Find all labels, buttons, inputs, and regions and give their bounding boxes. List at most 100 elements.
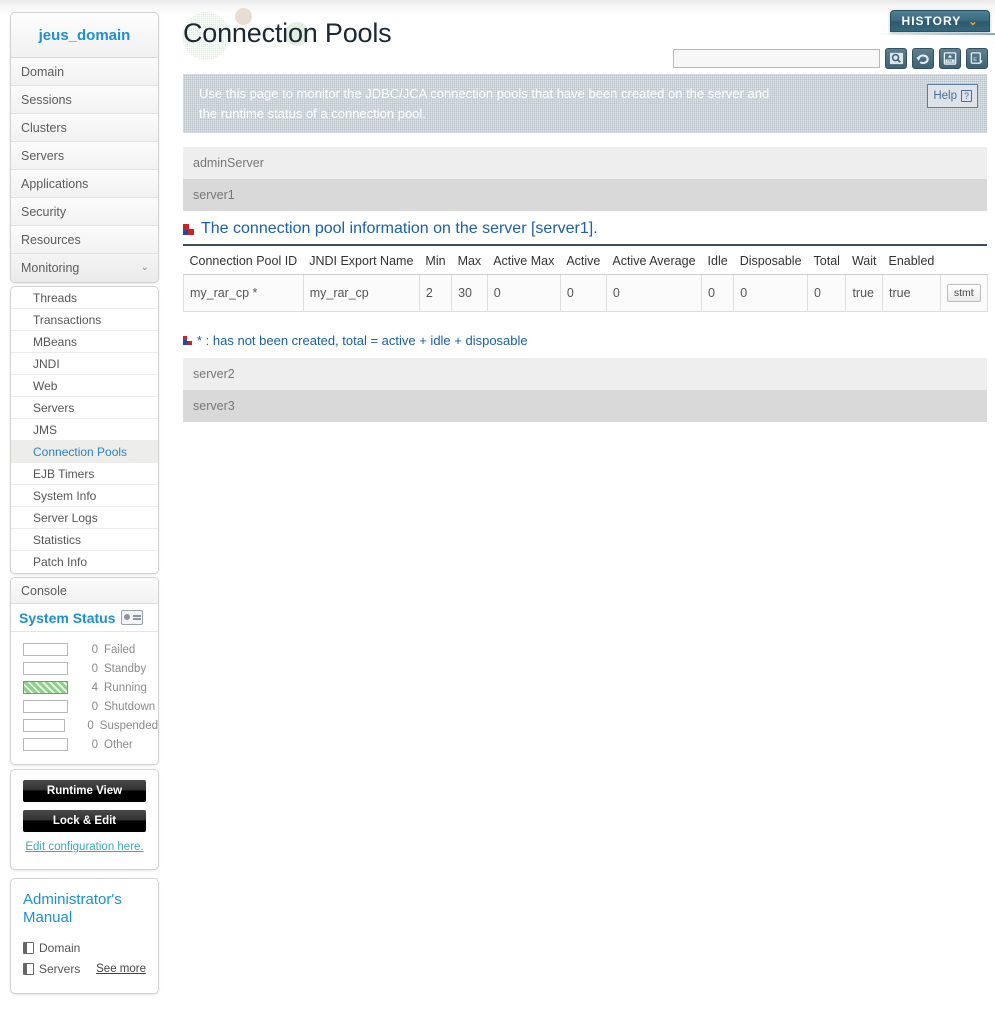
server-row-label: adminServer bbox=[193, 156, 264, 170]
section-marker-icon bbox=[183, 223, 194, 235]
submenu-item-jms[interactable]: JMS bbox=[11, 419, 158, 441]
submenu-item-transactions[interactable]: Transactions bbox=[11, 309, 158, 331]
export-xml-icon[interactable]: XML bbox=[939, 48, 961, 69]
monitor-icon[interactable] bbox=[121, 610, 144, 625]
help-button[interactable]: Help ? bbox=[927, 84, 978, 108]
see-more-link[interactable]: See more bbox=[96, 963, 146, 975]
submenu-item-server-logs[interactable]: Server Logs bbox=[11, 507, 158, 529]
question-mark-icon: ? bbox=[960, 90, 972, 102]
server-row-adminserver[interactable]: adminServer bbox=[183, 147, 987, 179]
book-icon bbox=[23, 941, 34, 954]
sidebar-item-resources[interactable]: Resources bbox=[11, 226, 158, 254]
sidebar-item-monitoring[interactable]: Monitoring ⌄ bbox=[11, 254, 158, 282]
help-button-label: Help bbox=[933, 90, 957, 102]
domain-title: jeus_domain bbox=[11, 13, 158, 58]
history-button[interactable]: HISTORY ⌄ bbox=[890, 10, 990, 32]
status-count: 0 bbox=[91, 738, 98, 751]
server-row-label: server1 bbox=[193, 188, 235, 202]
table-column-header: Total bbox=[807, 250, 846, 275]
sidebar-item-label: Resources bbox=[21, 233, 81, 247]
submenu-item-threads[interactable]: Threads bbox=[11, 287, 158, 309]
sidebar-nav-panel: jeus_domain Domain Sessions Clusters Server… bbox=[10, 12, 159, 283]
manual-link-servers[interactable]: Servers See more bbox=[23, 958, 146, 979]
submenu-item-patch-info[interactable]: Patch Info bbox=[11, 551, 158, 573]
sidebar-item-security[interactable]: Security bbox=[11, 198, 158, 226]
submenu-item-mbeans[interactable]: MBeans bbox=[11, 331, 158, 353]
server-row-server3[interactable]: server3 bbox=[183, 390, 987, 422]
lock-and-edit-button[interactable]: Lock & Edit bbox=[23, 810, 146, 832]
table-column-header: Enabled bbox=[882, 250, 941, 275]
sidebar-item-servers[interactable]: Servers bbox=[11, 142, 158, 170]
manual-link-servers-label: Servers bbox=[39, 961, 81, 976]
server-row-server2[interactable]: server2 bbox=[183, 358, 987, 390]
table-row[interactable]: my_rar_cp * my_rar_cp 2 30 0 0 0 0 0 0 true true stm… bbox=[183, 274, 988, 312]
table-cell: true bbox=[882, 274, 941, 312]
search-icon[interactable] bbox=[885, 48, 907, 69]
status-label: Failed bbox=[104, 643, 136, 656]
status-count: 0 bbox=[91, 700, 98, 713]
sidebar-item-domain[interactable]: Domain bbox=[11, 58, 158, 86]
table-cell: 0 bbox=[606, 274, 703, 312]
table-cell: 0 bbox=[560, 274, 607, 312]
history-button-label: HISTORY bbox=[901, 14, 962, 28]
table-cell: true bbox=[845, 274, 883, 312]
table-column-header: Idle bbox=[701, 250, 734, 275]
sidebar-item-label: Sessions bbox=[21, 93, 72, 107]
section-heading-label: The connection pool information on the s… bbox=[201, 220, 598, 237]
status-label: Standby bbox=[104, 662, 147, 675]
sidebar-item-label: Monitoring bbox=[21, 261, 80, 275]
stmt-button[interactable]: stmt bbox=[946, 284, 981, 302]
info-banner: Use this page to monitor the JDBC/JCA co… bbox=[183, 74, 987, 133]
submenu-item-jndi[interactable]: JNDI bbox=[11, 353, 158, 375]
status-bar bbox=[23, 681, 68, 694]
table-column-header: Connection Pool ID bbox=[183, 250, 304, 275]
sidebar-item-sessions[interactable]: Sessions bbox=[11, 86, 158, 114]
manual-title: Administrator's Manual bbox=[23, 891, 122, 926]
submenu-item-statistics[interactable]: Statistics bbox=[11, 529, 158, 551]
table-column-header: Active Average bbox=[606, 250, 702, 275]
status-count: 4 bbox=[91, 681, 98, 694]
status-bar bbox=[23, 643, 68, 656]
edit-configuration-link[interactable]: Edit configuration here. bbox=[23, 840, 146, 855]
manual-link-domain[interactable]: Domain bbox=[23, 937, 146, 958]
sidebar-item-applications[interactable]: Applications bbox=[11, 170, 158, 198]
status-bar bbox=[23, 662, 68, 675]
sidebar-item-console[interactable]: Console bbox=[11, 578, 158, 604]
submenu-item-ejb-timers[interactable]: EJB Timers bbox=[11, 463, 158, 485]
book-icon bbox=[23, 962, 34, 975]
table-column-header: JNDI Export Name bbox=[303, 250, 420, 275]
refresh-icon[interactable] bbox=[912, 48, 934, 69]
page-title: Connection Pools bbox=[183, 18, 392, 48]
history-underline bbox=[877, 33, 995, 35]
chevron-down-icon: ⌄ bbox=[968, 15, 979, 28]
submenu-item-system-info[interactable]: System Info bbox=[11, 485, 158, 507]
table-column-header bbox=[940, 250, 988, 275]
server-row-label: server2 bbox=[193, 367, 235, 381]
submenu-item-connection-pools[interactable]: Connection Pools bbox=[11, 441, 158, 463]
server-row-server1[interactable]: server1 bbox=[183, 179, 987, 211]
server-row-label: server3 bbox=[193, 399, 235, 413]
table-cell: 0 bbox=[807, 274, 847, 312]
runtime-view-button[interactable]: Runtime View bbox=[23, 780, 146, 802]
table-cell: 2 bbox=[419, 274, 453, 312]
table-column-header: Active Max bbox=[487, 250, 561, 275]
status-bar bbox=[23, 719, 66, 732]
table-cell: my_rar_cp bbox=[303, 274, 420, 312]
table-cell: 0 bbox=[733, 274, 809, 312]
sidebar-item-clusters[interactable]: Clusters bbox=[11, 114, 158, 142]
status-bar bbox=[23, 738, 68, 751]
status-row-failed: 0 Failed bbox=[11, 640, 158, 659]
submenu-item-servers[interactable]: Servers bbox=[11, 397, 158, 419]
status-label: Running bbox=[104, 681, 147, 694]
table-header-row: Connection Pool ID JNDI Export Name Min Max… bbox=[183, 250, 988, 275]
status-row-suspended: 0 Suspended bbox=[11, 716, 158, 735]
status-label: Suspended bbox=[99, 719, 158, 732]
table-footnote: * : has not been created, total = active… bbox=[183, 333, 528, 348]
submenu-item-web[interactable]: Web bbox=[11, 375, 158, 397]
export-excel-icon[interactable]: E bbox=[966, 48, 988, 69]
cell-connection-pool-id: my_rar_cp * bbox=[183, 274, 304, 312]
search-input[interactable] bbox=[673, 49, 880, 68]
status-count: 0 bbox=[91, 643, 98, 656]
chevron-down-icon: ⌄ bbox=[140, 262, 149, 273]
table-cell: 30 bbox=[451, 274, 488, 312]
